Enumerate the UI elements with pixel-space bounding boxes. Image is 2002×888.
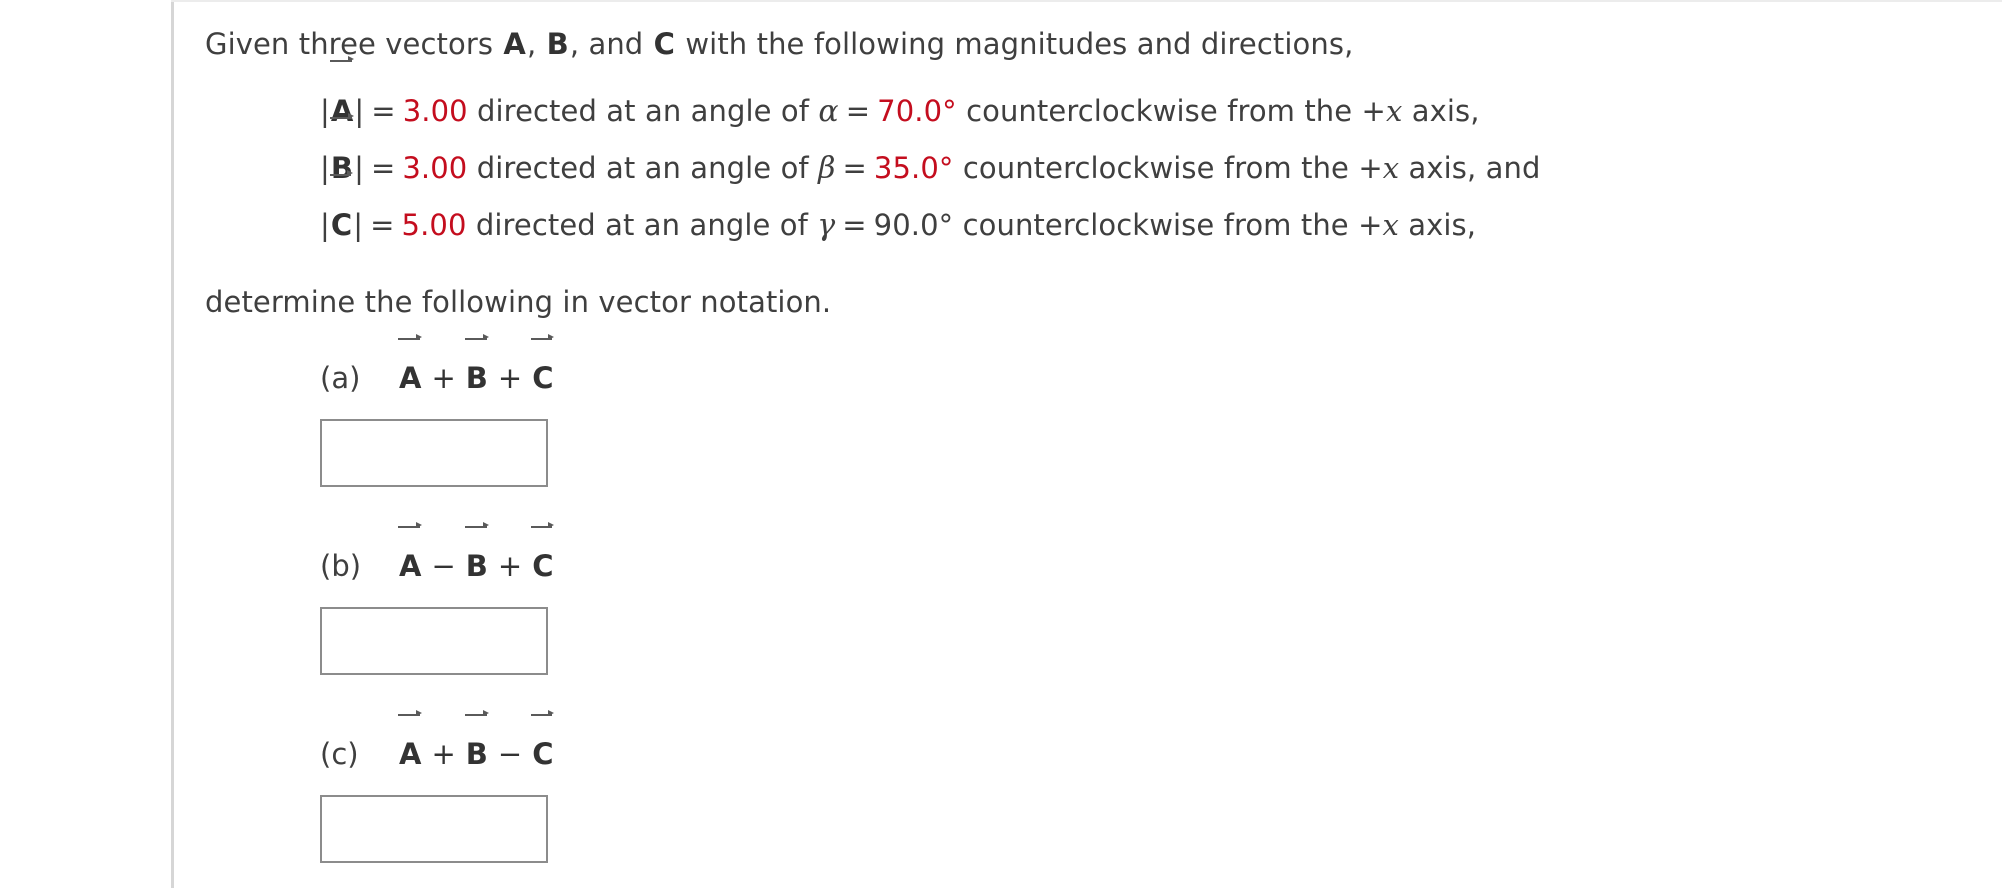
equals-b: = — [370, 151, 396, 185]
given-line-a: |A| = 3.00 directed at an angle of α = 70.0°… — [320, 56, 1985, 140]
tail-end-b: axis, and — [1408, 151, 1541, 185]
bar-close-a: | — [354, 94, 365, 128]
part-b: (b) A − B + C — [205, 522, 1985, 675]
tail-end-c: axis, — [1408, 208, 1477, 242]
part-a-answer-input[interactable] — [320, 419, 548, 487]
tail-text-c: counterclockwise from the + — [962, 208, 1383, 242]
part-a-term-2: B — [464, 334, 489, 395]
part-b-operator-2: + — [497, 549, 523, 583]
part-a-label: (a) — [320, 361, 361, 395]
mid-text-b: directed at an angle of — [476, 151, 809, 185]
part-a-term-1: A — [398, 334, 423, 395]
part-c: (c) A + B − C — [205, 710, 1985, 863]
greek-beta: β — [818, 151, 836, 186]
magnitude-value-a: 3.00 — [402, 94, 468, 128]
part-c-row: (c) A + B − C — [205, 710, 1985, 781]
equals-angle-a: = — [845, 94, 871, 128]
vector-a-magnitude-glyph: A — [329, 56, 355, 139]
part-c-term-2: B — [464, 710, 489, 771]
intro-suffix-text: with the following magnitudes and direct… — [685, 27, 1354, 61]
tail-end-a: axis, — [1411, 94, 1480, 128]
given-line-b: |B| = 3.00 directed at an angle of β = 35.0°… — [320, 113, 1985, 197]
part-c-expression: A + B − C — [398, 710, 555, 771]
part-a-operator-2: + — [497, 361, 523, 395]
part-c-operator-1: + — [431, 737, 456, 771]
part-b-row: (b) A − B + C — [205, 522, 1985, 593]
magnitude-value-c: 5.00 — [401, 208, 467, 242]
vector-a-glyph: A — [502, 16, 527, 73]
vector-b-magnitude-glyph: B — [329, 113, 355, 196]
axis-var-a: x — [1385, 94, 1403, 128]
part-c-term-3: C — [531, 710, 555, 771]
bar-open-a: | — [320, 94, 330, 128]
greek-alpha: α — [818, 94, 839, 129]
part-a-expression: A + B + C — [398, 334, 555, 395]
magnitude-value-b: 3.00 — [402, 151, 468, 185]
part-c-answer-input[interactable] — [320, 795, 548, 863]
part-b-label: (b) — [320, 549, 362, 583]
part-b-operator-1: − — [431, 549, 456, 583]
part-c-label: (c) — [320, 737, 359, 771]
given-line-c: |C| = 5.00 directed at an angle of γ = 90.0°… — [320, 170, 1985, 254]
axis-var-b: x — [1382, 151, 1400, 185]
part-b-term-1: A — [398, 522, 423, 583]
intro-sep-1: , — [526, 27, 537, 61]
page-left-rule — [171, 0, 174, 888]
part-b-answer-input[interactable] — [320, 607, 548, 675]
bar-close-c: | — [353, 208, 364, 242]
vector-c-magnitude-glyph: C — [329, 170, 354, 253]
angle-value-b: 35.0° — [873, 151, 954, 185]
bar-open-c: | — [320, 208, 330, 242]
tail-text-b: counterclockwise from the + — [962, 151, 1383, 185]
mid-text-c: directed at an angle of — [475, 208, 808, 242]
mid-text-a: directed at an angle of — [477, 94, 810, 128]
intro-sep-2: , and — [569, 27, 644, 61]
part-a-operator-1: + — [431, 361, 456, 395]
angle-value-a: 70.0° — [877, 94, 957, 128]
given-conditions-block: |A| = 3.00 directed at an angle of α = 70.0°… — [205, 56, 1985, 254]
tail-text-a: counterclockwise from the + — [966, 94, 1386, 128]
determine-instruction: determine the following in vector notati… — [205, 285, 832, 319]
part-c-term-1: A — [398, 710, 423, 771]
equals-angle-c: = — [842, 208, 867, 242]
bar-open-b: | — [320, 151, 330, 185]
bar-close-b: | — [354, 151, 364, 185]
part-b-term-3: C — [531, 522, 555, 583]
part-c-operator-2: − — [497, 737, 523, 771]
equals-c: = — [370, 208, 395, 242]
vector-c-glyph: C — [653, 16, 676, 73]
greek-gamma: γ — [817, 208, 836, 243]
part-a: (a) A + B + C — [205, 334, 1985, 487]
part-a-row: (a) A + B + C — [205, 334, 1985, 405]
axis-var-c: x — [1382, 208, 1399, 242]
part-b-expression: A − B + C — [398, 522, 555, 583]
angle-value-c: 90.0° — [873, 208, 954, 242]
equals-angle-b: = — [842, 151, 867, 185]
problem-intro-line: Given three vectors A, B, and C with the… — [205, 16, 1985, 73]
part-b-term-2: B — [464, 522, 489, 583]
part-a-term-3: C — [531, 334, 555, 395]
equals-a: = — [371, 94, 396, 128]
problem-content: Given three vectors A, B, and C with the… — [205, 0, 1985, 863]
vector-b-glyph: B — [546, 16, 570, 73]
